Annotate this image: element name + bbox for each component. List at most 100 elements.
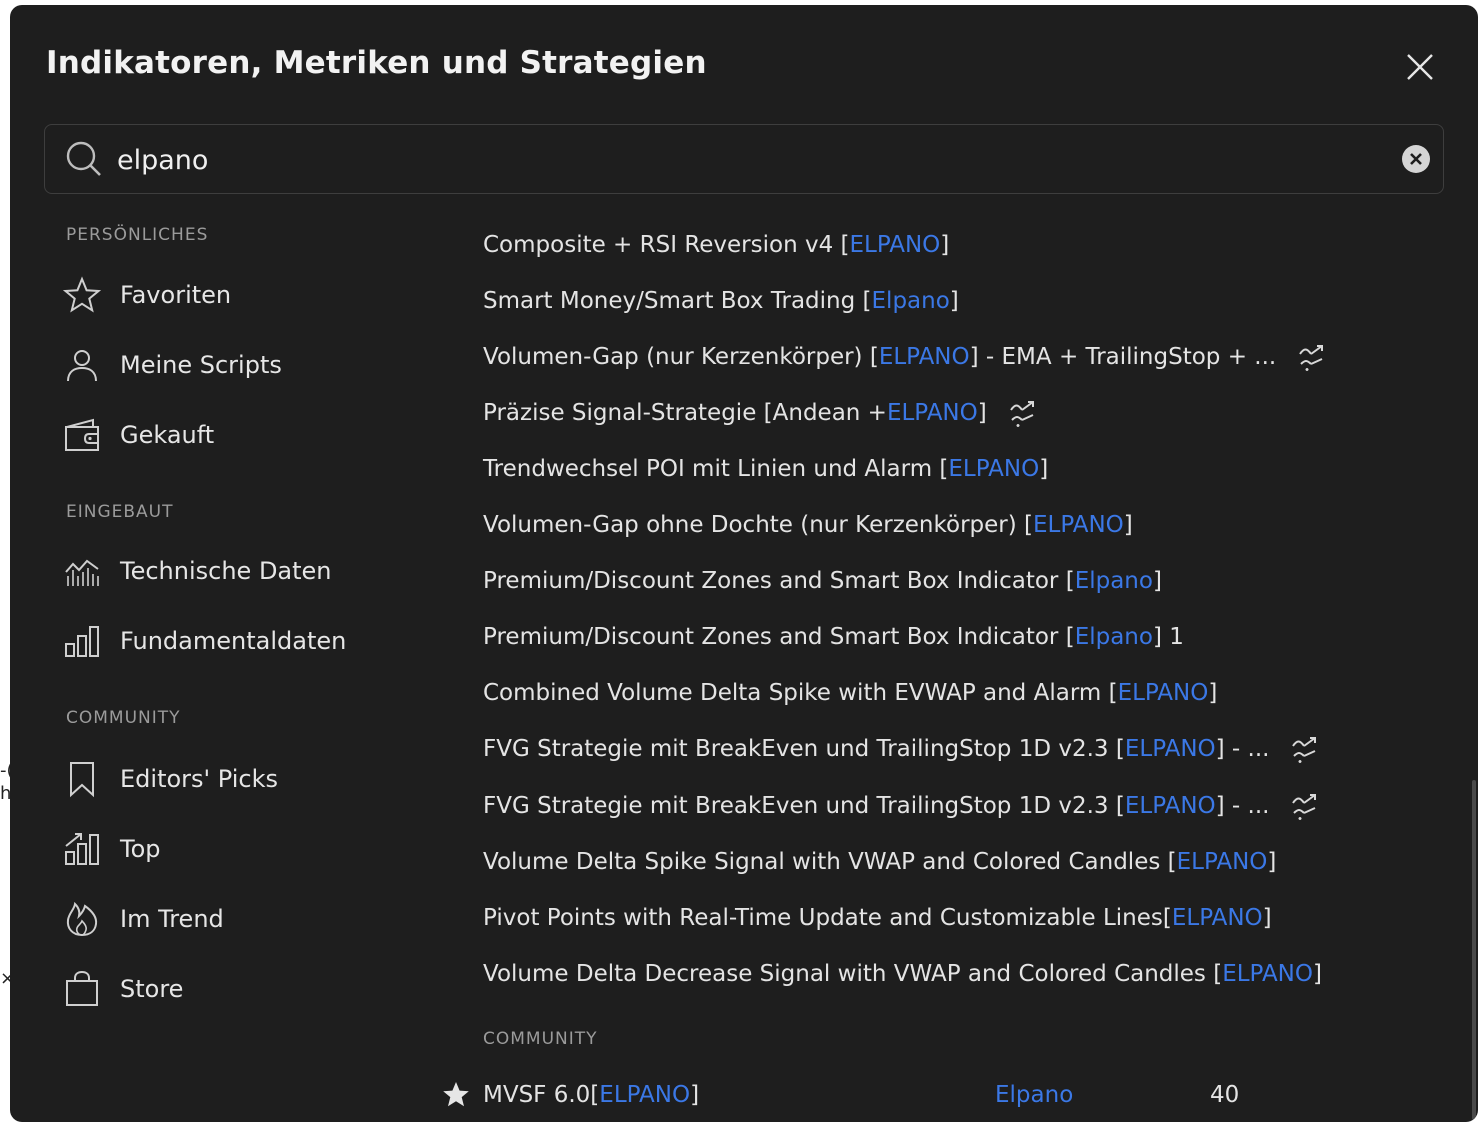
result-author-tag[interactable]: ELPANO (1177, 849, 1268, 875)
result-title-text: Volume Delta Decrease Signal with VWAP a… (483, 961, 1223, 987)
result-title-text: Präzise Signal-Strategie [Andean + (483, 400, 887, 426)
shopping-bag-icon (62, 969, 102, 1009)
result-row[interactable]: FVG Strategie mit BreakEven und Trailing… (483, 729, 1319, 769)
result-title-suffix: ] (1208, 680, 1218, 706)
star-icon (62, 275, 102, 315)
result-title-suffix: ] - EMA + TrailingStop + ... (969, 344, 1277, 370)
result-author-tag[interactable]: ELPANO (879, 344, 970, 370)
result-row[interactable]: Volumen-Gap ohne Dochte (nur Kerzenkörpe… (483, 505, 1133, 545)
result-author-tag[interactable]: ELPANO (599, 1082, 690, 1108)
result-author-tag[interactable]: ELPANO (1125, 793, 1216, 819)
sidebar-item-label: Meine Scripts (120, 351, 282, 379)
result-title-text: Premium/Discount Zones and Smart Box Ind… (483, 568, 1075, 594)
sidebar-item-label: Top (120, 835, 161, 863)
result-author-tag[interactable]: ELPANO (1118, 680, 1209, 706)
result-title-suffix: ] (940, 232, 950, 258)
sidebar-item-fundamentals[interactable]: Fundamentaldaten (62, 613, 422, 669)
sidebar-item-my-scripts[interactable]: Meine Scripts (62, 337, 422, 393)
result-author-tag[interactable]: ELPANO (887, 400, 978, 426)
community-result-row[interactable]: MVSF 6.0[ELPANO] Elpano 40 (440, 1075, 1340, 1115)
result-author-tag[interactable]: ELPANO (1172, 905, 1263, 931)
community-result-title: MVSF 6.0[ELPANO] (483, 1075, 699, 1115)
result-title-text: Premium/Discount Zones and Smart Box Ind… (483, 624, 1075, 650)
result-row[interactable]: Pivot Points with Real-Time Update and C… (483, 898, 1272, 938)
favorite-star-icon[interactable] (442, 1081, 470, 1109)
result-row[interactable]: Volume Delta Decrease Signal with VWAP a… (483, 954, 1322, 994)
sidebar-item-label: Favoriten (120, 281, 232, 309)
clipped-result-row: [ ] (816, 185, 916, 197)
search-box (44, 124, 1444, 194)
result-row[interactable]: Volume Delta Spike Signal with VWAP and … (483, 842, 1276, 882)
result-row[interactable]: Trendwechsel POI mit Linien und Alarm [E… (483, 449, 1048, 489)
chart-area-icon (62, 551, 102, 591)
flame-icon (62, 899, 102, 939)
community-section-heading: COMMUNITY (483, 1029, 598, 1049)
sidebar-item-label: Store (120, 975, 184, 1003)
result-row[interactable]: Premium/Discount Zones and Smart Box Ind… (483, 561, 1162, 601)
sidebar-item-favorites[interactable]: Favoriten (62, 267, 422, 323)
result-title-suffix: ] (1262, 905, 1272, 931)
strategy-icon (1007, 398, 1037, 428)
sidebar-item-top[interactable]: Top (62, 821, 422, 877)
result-title-suffix: ] (1039, 456, 1049, 482)
result-title-suffix: ] (1267, 849, 1277, 875)
result-row[interactable]: Smart Money/Smart Box Trading [Elpano] (483, 281, 959, 321)
result-title-text: FVG Strategie mit BreakEven und Trailing… (483, 793, 1125, 819)
result-author-tag[interactable]: ELPANO (1222, 961, 1313, 987)
sidebar-item-editors-picks[interactable]: Editors' Picks (62, 751, 422, 807)
result-row[interactable]: Premium/Discount Zones and Smart Box Ind… (483, 617, 1184, 657)
sidebar-item-purchased[interactable]: Gekauft (62, 407, 422, 463)
search-icon (66, 141, 101, 176)
result-title-text: Composite + RSI Reversion v4 [ (483, 232, 850, 258)
strategy-icon (1296, 342, 1326, 372)
result-row[interactable]: FVG Strategie mit BreakEven und Trailing… (483, 786, 1319, 826)
result-title-suffix: ] - ... (1215, 793, 1270, 819)
result-author-tag[interactable]: Elpano (872, 288, 950, 314)
result-title-suffix: ] (1123, 512, 1133, 538)
close-icon (1407, 54, 1433, 80)
result-author-tag[interactable]: ELPANO (850, 232, 941, 258)
sidebar-item-label: Gekauft (120, 421, 215, 449)
bar-chart-icon (62, 621, 102, 661)
result-author-tag[interactable]: Elpano (1075, 568, 1153, 594)
wallet-icon (62, 415, 102, 455)
user-icon (62, 345, 102, 385)
sidebar-item-technicals[interactable]: Technische Daten (62, 543, 422, 599)
result-row[interactable]: Composite + RSI Reversion v4 [ELPANO] (483, 225, 949, 265)
result-row[interactable]: Combined Volume Delta Spike with EVWAP a… (483, 673, 1217, 713)
section-label-personal: PERSÖNLICHES (66, 225, 209, 245)
result-title-text: Pivot Points with Real-Time Update and C… (483, 905, 1172, 931)
result-row[interactable]: Volumen-Gap (nur Kerzenkörper) [ELPANO] … (483, 337, 1326, 377)
result-author-tag[interactable]: Elpano (1075, 624, 1153, 650)
strategy-icon (1289, 791, 1319, 821)
result-title-suffix: ] (1313, 961, 1322, 987)
bookmark-icon (62, 759, 102, 799)
section-label-builtin: EINGEBAUT (66, 502, 174, 522)
result-author-tag[interactable]: ELPANO (1125, 736, 1216, 762)
result-title-suffix: ] (1152, 568, 1162, 594)
result-title-suffix: ] (949, 288, 959, 314)
result-title-suffix: ] (690, 1082, 700, 1108)
result-title-text: Volumen-Gap (nur Kerzenkörper) [ (483, 344, 879, 370)
result-author-tag[interactable]: ELPANO (948, 456, 1039, 482)
close-button[interactable] (1398, 45, 1442, 89)
clear-search-icon[interactable] (1401, 144, 1431, 174)
sidebar-item-label: Technische Daten (120, 557, 332, 585)
result-title-suffix: ] - ... (1215, 736, 1270, 762)
result-title-text: Combined Volume Delta Spike with EVWAP a… (483, 680, 1118, 706)
result-title-text: FVG Strategie mit BreakEven und Trailing… (483, 736, 1125, 762)
sidebar-item-trending[interactable]: Im Trend (62, 891, 422, 947)
scrollbar[interactable] (1472, 780, 1476, 1120)
top-chart-icon (62, 829, 102, 869)
result-title-text: Smart Money/Smart Box Trading [ (483, 288, 872, 314)
result-author-tag[interactable]: ELPANO (1033, 512, 1124, 538)
community-author-link[interactable]: Elpano (995, 1075, 1073, 1115)
sidebar-item-store[interactable]: Store (62, 961, 422, 1017)
result-title-text: Trendwechsel POI mit Linien und Alarm [ (483, 456, 949, 482)
result-title-text: MVSF 6.0[ (483, 1082, 600, 1108)
sidebar-item-label: Im Trend (120, 905, 224, 933)
search-input[interactable] (115, 137, 1379, 183)
result-row[interactable]: Präzise Signal-Strategie [Andean + ELPAN… (483, 393, 1037, 433)
result-title-text: Volumen-Gap ohne Dochte (nur Kerzenkörpe… (483, 512, 1033, 538)
dialog-title: Indikatoren, Metriken und Strategien (46, 45, 707, 81)
